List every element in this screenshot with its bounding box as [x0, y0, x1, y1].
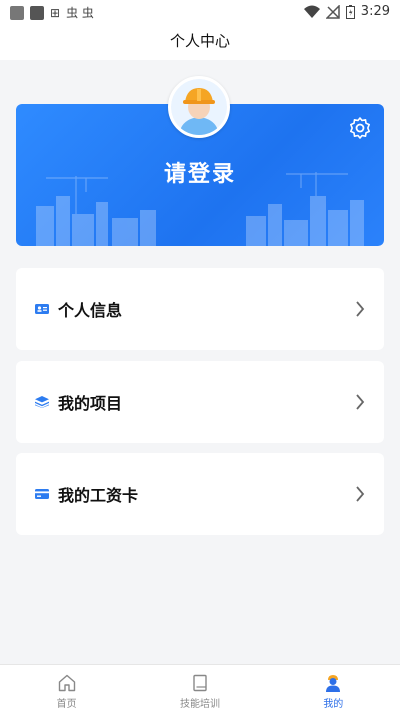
menu-item-label: 我的工资卡 [58, 486, 139, 505]
bank-card-icon [34, 486, 50, 502]
battery-icon [345, 4, 355, 19]
page-title: 个人中心 [169, 32, 230, 50]
tab-label: 首页 [56, 699, 77, 710]
tab-mine[interactable]: 我的 [267, 665, 400, 711]
chevron-right-icon [356, 486, 365, 502]
menu-item-my-projects[interactable]: 我的项目 [16, 361, 384, 443]
status-right-icons: 3:29 [303, 4, 390, 19]
home-icon [58, 674, 75, 692]
menu-item-label: 个人信息 [58, 301, 123, 320]
wifi-icon [303, 5, 320, 18]
tab-label: 我的 [323, 699, 344, 710]
id-card-icon [34, 301, 50, 317]
menu-item-personal-info[interactable]: 个人信息 [16, 268, 384, 350]
book-icon [193, 674, 207, 692]
tab-label: 技能培训 [179, 699, 220, 710]
chevron-right-icon [356, 301, 365, 317]
grid-icon: ⊞ [50, 5, 61, 20]
chevron-right-icon [356, 394, 365, 410]
worker-avatar-icon [171, 79, 227, 135]
menu-item-salary-card[interactable]: 我的工资卡 [16, 453, 384, 535]
app-icon [30, 5, 44, 20]
menu-item-label: 我的项目 [58, 394, 123, 413]
image-icon [10, 5, 24, 20]
status-notification-glyphs: 虫 虫 [66, 6, 94, 20]
clock: 3:29 [360, 4, 390, 19]
user-icon [326, 675, 341, 692]
avatar[interactable] [168, 76, 230, 138]
header: 个人中心 [0, 24, 400, 60]
no-signal-icon [325, 4, 340, 19]
settings-gear-icon[interactable] [348, 116, 372, 140]
tab-skill-training[interactable]: 技能培训 [133, 665, 266, 711]
status-left-icons: ⊞ 虫 虫 [10, 4, 94, 21]
stack-icon [34, 394, 50, 410]
login-prompt[interactable]: 请登录 [16, 156, 384, 188]
tab-home[interactable]: 首页 [0, 665, 133, 711]
bottom-tab-bar: 首页 技能培训 我的 [0, 664, 400, 711]
status-bar: ⊞ 虫 虫 3:29 [0, 0, 400, 24]
